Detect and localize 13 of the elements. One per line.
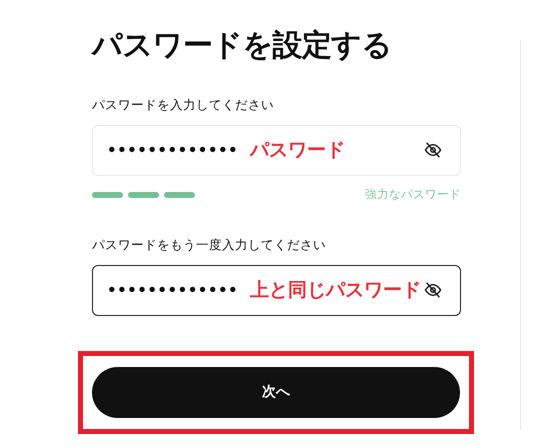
- strength-label: 強力なパスワード: [365, 186, 461, 204]
- password-field[interactable]: ••••••••••••• 上と同じパスワード: [92, 264, 461, 316]
- field-label: パスワードを入力してください: [92, 96, 275, 114]
- field-label: パスワードをもう一度入力してください: [92, 236, 327, 254]
- password-dots: •••••••••••••: [107, 280, 238, 301]
- eye-slash-icon[interactable]: [424, 141, 442, 160]
- password-field[interactable]: ••••••••••••• パスワード: [92, 124, 461, 176]
- annotation-text: パスワード: [250, 138, 346, 163]
- annotation-text: 上と同じパスワード: [250, 278, 422, 303]
- password-dots: •••••••••••••: [107, 140, 238, 161]
- next-button[interactable]: 次へ: [92, 366, 460, 418]
- eye-slash-icon[interactable]: [424, 281, 442, 299]
- page-title: パスワードを設定する: [92, 27, 392, 65]
